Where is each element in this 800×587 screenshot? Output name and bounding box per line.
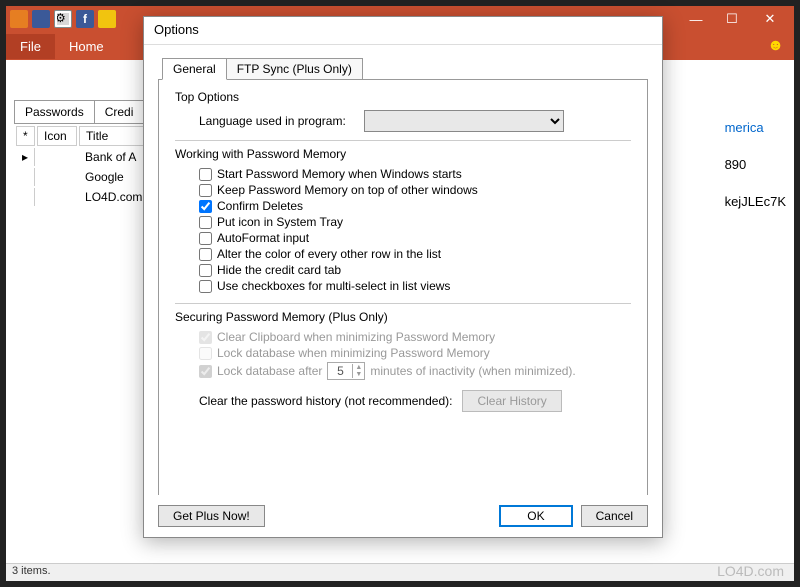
lock-after-post: minutes of inactivity (when minimized). bbox=[370, 364, 575, 378]
titlebar-icon-2[interactable]: ⚙ bbox=[54, 10, 72, 28]
ribbon-tab-home[interactable]: Home bbox=[55, 34, 118, 59]
cb-clear-clipboard bbox=[199, 331, 212, 344]
close-button[interactable]: ✕ bbox=[750, 8, 790, 30]
get-plus-button[interactable]: Get Plus Now! bbox=[158, 505, 265, 527]
table-row[interactable]: Google bbox=[16, 168, 159, 186]
group-securing: Securing Password Memory (Plus Only) bbox=[175, 310, 631, 324]
cancel-button[interactable]: Cancel bbox=[581, 505, 648, 527]
cb-start-with-windows[interactable] bbox=[199, 168, 212, 181]
smile-icon[interactable]: ☻ bbox=[767, 37, 784, 55]
options-tab-general[interactable]: General bbox=[162, 58, 227, 80]
clear-history-label: Clear the password history (not recommen… bbox=[199, 394, 452, 408]
cb-keep-on-top[interactable] bbox=[199, 184, 212, 197]
cb-hide-credit[interactable] bbox=[199, 264, 212, 277]
ok-button[interactable]: OK bbox=[499, 505, 572, 527]
app-icon bbox=[10, 10, 28, 28]
statusbar: 3 items. bbox=[6, 563, 794, 581]
peek-code: kejJLEc7K bbox=[725, 194, 786, 209]
group-working: Working with Password Memory bbox=[175, 147, 631, 161]
cb-autoformat[interactable] bbox=[199, 232, 212, 245]
spinner-up-icon: ▲ bbox=[353, 364, 364, 371]
col-star[interactable]: * bbox=[16, 126, 35, 146]
cb-multiselect[interactable] bbox=[199, 280, 212, 293]
table-row[interactable]: ▸Bank of A bbox=[16, 148, 159, 166]
language-label: Language used in program: bbox=[199, 114, 346, 128]
titlebar-icon-1[interactable] bbox=[32, 10, 50, 28]
cb-system-tray[interactable] bbox=[199, 216, 212, 229]
lock-minutes-spinner: ▲▼ bbox=[327, 362, 365, 380]
peek-link[interactable]: merica bbox=[725, 120, 786, 135]
cb-lock-minimize bbox=[199, 347, 212, 360]
col-icon[interactable]: Icon bbox=[37, 126, 77, 146]
titlebar-icon-4[interactable] bbox=[98, 10, 116, 28]
maximize-button[interactable]: ☐ bbox=[714, 8, 750, 30]
spinner-down-icon: ▼ bbox=[353, 371, 364, 378]
table-row[interactable]: LO4D.com bbox=[16, 188, 159, 206]
cb-alter-rows[interactable] bbox=[199, 248, 212, 261]
cb-lock-after bbox=[199, 365, 212, 378]
watermark: LO4D.com bbox=[717, 563, 784, 579]
ribbon-tab-file[interactable]: File bbox=[6, 34, 55, 59]
language-select[interactable] bbox=[364, 110, 564, 132]
lock-after-pre: Lock database after bbox=[217, 364, 322, 378]
tab-passwords[interactable]: Passwords bbox=[14, 100, 95, 123]
options-dialog: Options General FTP Sync (Plus Only) Top… bbox=[143, 16, 663, 538]
minimize-button[interactable]: — bbox=[678, 8, 714, 30]
tab-credit-cards[interactable]: Credi bbox=[94, 100, 145, 123]
passwords-table: * Icon Title ▸Bank of A Google LO4D.com bbox=[14, 123, 161, 208]
dialog-title: Options bbox=[144, 17, 662, 45]
group-top-options: Top Options bbox=[175, 90, 631, 104]
peek-number: 890 bbox=[725, 157, 786, 172]
facebook-icon[interactable]: f bbox=[76, 10, 94, 28]
clear-history-button[interactable]: Clear History bbox=[462, 390, 561, 412]
cb-confirm-deletes[interactable] bbox=[199, 200, 212, 213]
options-tab-ftp[interactable]: FTP Sync (Plus Only) bbox=[226, 58, 363, 80]
